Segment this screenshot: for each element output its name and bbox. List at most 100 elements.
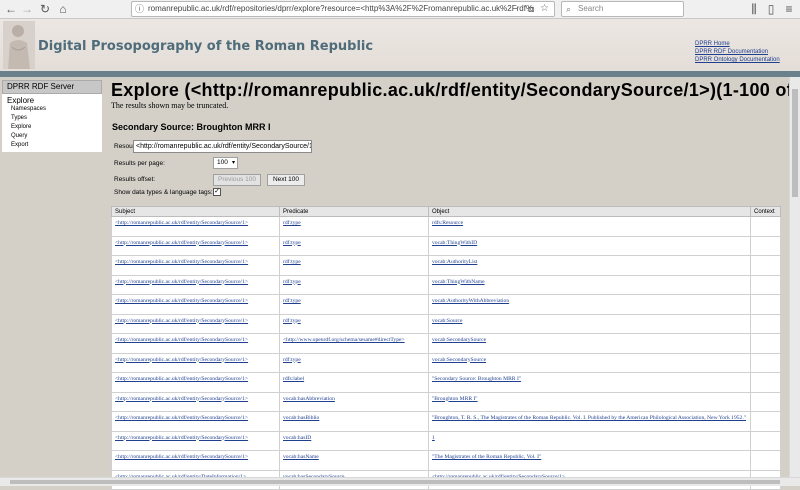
predicate-link[interactable]: rdfs:label xyxy=(283,376,304,382)
info-icon[interactable]: ⓘ xyxy=(135,2,144,16)
home-icon[interactable]: ⌂ xyxy=(56,2,70,16)
column-header-predicate: Predicate xyxy=(279,206,429,217)
back-icon[interactable]: ← xyxy=(4,2,18,16)
predicate-link[interactable]: vocab:hasID xyxy=(283,435,311,441)
subject-link[interactable]: <http://romanrepublic.ac.uk/rdf/entity/S… xyxy=(115,298,248,304)
page-actions-icon[interactable]: ··· xyxy=(508,2,518,16)
object-link[interactable]: vocab:Source xyxy=(432,318,462,324)
link-dprr-home[interactable]: DPRR Home xyxy=(695,40,780,48)
subject-link[interactable]: <http://romanrepublic.ac.uk/rdf/entity/S… xyxy=(115,220,248,226)
predicate-link[interactable]: rdf:type xyxy=(283,298,301,304)
object-link[interactable]: vocab:SecondarySource xyxy=(432,357,486,363)
object-link[interactable]: vocab:ThingWithID xyxy=(432,240,477,246)
sidebar-item-query[interactable]: Query xyxy=(2,132,102,141)
column-header-subject: Subject xyxy=(111,206,280,217)
context-cell xyxy=(750,372,781,393)
object-link[interactable]: vocab:AuthorityWithAbbreviation xyxy=(432,298,509,304)
header-links: DPRR Home DPRR RDF Documentation DPRR On… xyxy=(695,40,780,64)
sidebar-item-explore[interactable]: Explore xyxy=(2,123,102,132)
sidebar-item-types[interactable]: Types xyxy=(2,114,102,123)
predicate-link[interactable]: vocab:hasName xyxy=(283,454,319,460)
table-row: <http://romanrepublic.ac.uk/rdf/entity/S… xyxy=(111,275,781,295)
object-link[interactable]: "The Magistrates of the Roman Republic, … xyxy=(432,454,541,460)
resource-input[interactable]: <http://romanrepublic.ac.uk/rdf/entity/S… xyxy=(133,140,312,153)
predicate-link[interactable]: rdf:type xyxy=(283,220,301,226)
sidebar-item-namespaces[interactable]: Namespaces xyxy=(2,105,102,114)
sidebar-item-export[interactable]: Export xyxy=(2,141,102,150)
show-types-checkbox[interactable]: ✓ xyxy=(213,188,221,196)
link-rdf-documentation[interactable]: DPRR RDF Documentation xyxy=(695,48,780,56)
subject-link[interactable]: <http://romanrepublic.ac.uk/rdf/entity/S… xyxy=(115,337,248,343)
column-header-object: Object xyxy=(428,206,751,217)
object-link[interactable]: vocab:AuthorityList xyxy=(432,259,477,265)
object-link[interactable]: "Broughton, T. R. S., The Magistrates of… xyxy=(432,415,746,421)
sidebar-header[interactable]: DPRR RDF Server xyxy=(2,80,102,94)
pocket-icon[interactable]: ◘ xyxy=(529,2,534,16)
column-header-context: Context xyxy=(750,206,781,217)
predicate-link[interactable]: vocab:hasBiblio xyxy=(283,415,319,421)
link-ontology-documentation[interactable]: DPRR Ontology Documentation xyxy=(695,56,780,64)
subject-link[interactable]: <http://romanrepublic.ac.uk/rdf/entity/S… xyxy=(115,396,248,402)
table-row: <http://romanrepublic.ac.uk/rdf/entity/S… xyxy=(111,314,781,334)
object-link[interactable]: "Broughton MRR I" xyxy=(432,396,478,402)
results-per-page-select[interactable]: 100 ▾ xyxy=(213,157,238,169)
object-link[interactable]: rdfs:Resource xyxy=(432,220,463,226)
show-types-label: Show data types & language tags: xyxy=(114,189,213,196)
browser-toolbar: ← → ↻ ⌂ ⓘ romanrepublic.ac.uk/rdf/reposi… xyxy=(0,0,800,19)
context-cell xyxy=(750,294,781,315)
chevron-down-icon: ▾ xyxy=(231,160,235,166)
forward-icon[interactable]: → xyxy=(20,2,34,16)
search-box[interactable]: ⌕ Search xyxy=(561,1,684,17)
sidebar: DPRR RDF Server Explore Namespaces Types… xyxy=(2,80,102,486)
menu-icon[interactable]: ≡ xyxy=(782,2,796,16)
predicate-link[interactable]: rdf:type xyxy=(283,240,301,246)
table-row: <http://romanrepublic.ac.uk/rdf/entity/S… xyxy=(111,255,781,276)
site-header: Digital Prosopography of the Roman Repub… xyxy=(0,19,800,71)
results-per-page-value: 100 xyxy=(217,159,228,166)
subject-link[interactable]: <http://romanrepublic.ac.uk/rdf/entity/S… xyxy=(115,259,248,265)
previous-page-button[interactable]: Previous 100 xyxy=(213,174,261,186)
context-cell xyxy=(750,333,781,354)
predicate-link[interactable]: rdf:type xyxy=(283,279,301,285)
bookmark-star-icon[interactable]: ☆ xyxy=(540,2,549,16)
subject-link[interactable]: <http://romanrepublic.ac.uk/rdf/entity/S… xyxy=(115,279,248,285)
page-title: Explore (<http://romanrepublic.ac.uk/rdf… xyxy=(111,80,800,100)
table-row: <http://romanrepublic.ac.uk/rdf/entity/S… xyxy=(111,372,781,393)
context-cell xyxy=(750,275,781,295)
context-cell xyxy=(750,255,781,276)
horizontal-scroll-thumb[interactable] xyxy=(10,480,780,484)
header-divider xyxy=(0,71,800,77)
main-content: Explore (<http://romanrepublic.ac.uk/rdf… xyxy=(111,80,800,490)
subject-link[interactable]: <http://romanrepublic.ac.uk/rdf/entity/S… xyxy=(115,240,248,246)
horizontal-scrollbar[interactable] xyxy=(0,477,800,486)
next-page-button[interactable]: Next 100 xyxy=(267,174,305,186)
vertical-scrollbar[interactable] xyxy=(789,77,800,477)
subject-link[interactable]: <http://romanrepublic.ac.uk/rdf/entity/S… xyxy=(115,435,248,441)
predicate-link[interactable]: <http://www.openrdf.org/schema/sesame#di… xyxy=(283,337,405,343)
predicate-link[interactable]: rdf:type xyxy=(283,259,301,265)
table-row: <http://romanrepublic.ac.uk/rdf/entity/S… xyxy=(111,431,781,451)
subject-link[interactable]: <http://romanrepublic.ac.uk/rdf/entity/S… xyxy=(115,318,248,324)
predicate-link[interactable]: rdf:type xyxy=(283,318,301,324)
object-link[interactable]: vocab:SecondarySource xyxy=(432,337,486,343)
reload-icon[interactable]: ↻ xyxy=(38,2,52,16)
subject-link[interactable]: <http://romanrepublic.ac.uk/rdf/entity/S… xyxy=(115,376,248,382)
library-icon[interactable]: ⫼ xyxy=(747,2,761,16)
table-header-row: Subject Predicate Object Context xyxy=(111,206,781,217)
predicate-link[interactable]: vocab:hasAbbreviation xyxy=(283,396,335,402)
vertical-scroll-thumb[interactable] xyxy=(792,89,798,197)
object-link[interactable]: 1 xyxy=(432,435,435,441)
context-cell xyxy=(750,216,781,237)
subject-link[interactable]: <http://romanrepublic.ac.uk/rdf/entity/S… xyxy=(115,454,248,460)
table-row: <http://romanrepublic.ac.uk/rdf/entity/S… xyxy=(111,411,781,432)
context-cell xyxy=(750,236,781,256)
table-row: <http://romanrepublic.ac.uk/rdf/entity/S… xyxy=(111,216,781,237)
subject-link[interactable]: <http://romanrepublic.ac.uk/rdf/entity/S… xyxy=(115,415,248,421)
address-bar[interactable]: ⓘ romanrepublic.ac.uk/rdf/repositories/d… xyxy=(131,1,555,17)
object-link[interactable]: "Secondary Source: Broughton MRR I" xyxy=(432,376,521,382)
predicate-link[interactable]: rdf:type xyxy=(283,357,301,363)
object-link[interactable]: vocab:ThingWithName xyxy=(432,279,485,285)
sidebar-section-explore[interactable]: Explore xyxy=(2,96,102,105)
sidebar-toggle-icon[interactable]: ▯ xyxy=(764,2,778,16)
subject-link[interactable]: <http://romanrepublic.ac.uk/rdf/entity/S… xyxy=(115,357,248,363)
